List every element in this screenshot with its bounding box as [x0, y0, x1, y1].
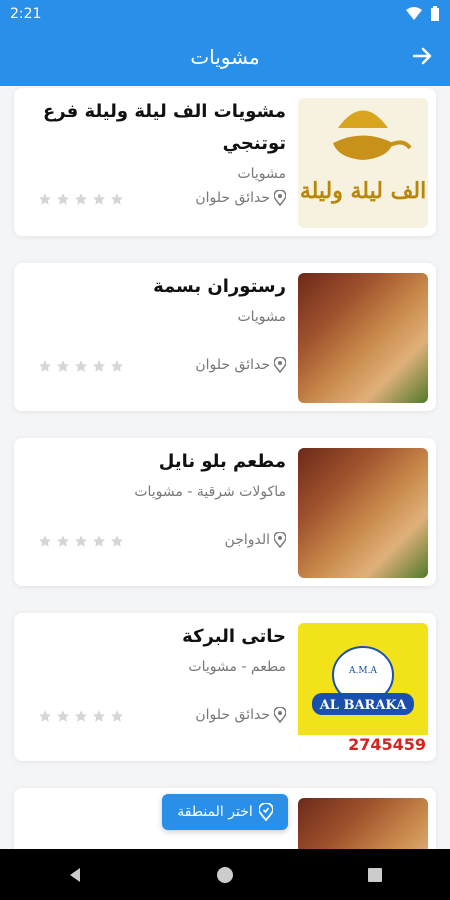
arrow-right-icon	[412, 47, 432, 65]
restaurant-info: حاتى البركة مطعم - مشويات	[26, 621, 286, 675]
star-icon	[39, 710, 51, 722]
restaurant-photo	[298, 448, 428, 578]
star-icon	[57, 535, 69, 547]
star-icon	[39, 193, 51, 205]
restaurant-card[interactable]: الف ليلة وليلة مشويات الف ليلة وليلة فرع…	[14, 88, 436, 236]
star-icon	[39, 535, 51, 547]
location-pin-icon	[274, 357, 286, 373]
logo-sub: A.M.A	[348, 666, 377, 676]
restaurant-name: مشويات الف ليلة وليلة فرع توتنجي	[43, 101, 286, 154]
nav-home-icon[interactable]	[216, 866, 234, 884]
system-nav-bar	[0, 849, 450, 900]
star-icon	[75, 360, 87, 372]
logo-text: الف ليلة وليلة	[300, 178, 426, 204]
location-label: الدواجن	[224, 532, 270, 548]
restaurant-category: مشويات	[237, 166, 286, 182]
rating-stars	[38, 534, 124, 548]
location-pin-icon	[274, 190, 286, 206]
star-icon	[75, 193, 87, 205]
app-bar: مشويات	[0, 28, 450, 86]
logo-phone: 2745459	[348, 735, 426, 753]
restaurant-location: حدائق حلوان	[195, 357, 286, 373]
star-icon	[111, 535, 123, 547]
star-icon	[75, 710, 87, 722]
rating-stars	[38, 192, 124, 206]
restaurant-info: مطعم بلو نايل ماكولات شرقية - مشويات	[26, 446, 286, 500]
restaurant-location: الدواجن	[225, 532, 286, 548]
star-icon	[75, 535, 87, 547]
location-label: حدائق حلوان	[195, 357, 270, 373]
nav-back-icon[interactable]	[67, 867, 83, 883]
restaurant-category: ماكولات شرقية - مشويات	[134, 484, 286, 500]
star-icon	[57, 193, 69, 205]
star-icon	[111, 360, 123, 372]
status-time: 2:21	[10, 6, 42, 22]
select-area-button[interactable]: اختر المنطقة	[162, 794, 288, 830]
restaurant-name: رستوران بسمة	[153, 276, 286, 297]
star-icon	[93, 535, 105, 547]
restaurant-category: مطعم - مشويات	[188, 659, 286, 675]
location-label: حدائق حلوان	[195, 707, 270, 723]
location-label: حدائق حلوان	[195, 190, 270, 206]
location-pin-icon	[274, 532, 286, 548]
rating-stars	[38, 359, 124, 373]
restaurant-location: حدائق حلوان	[195, 707, 286, 723]
star-icon	[93, 360, 105, 372]
nav-recents-icon[interactable]	[367, 867, 383, 883]
status-icons	[406, 6, 440, 22]
location-pin-icon	[274, 707, 286, 723]
location-pin-icon	[258, 803, 273, 821]
battery-icon	[431, 6, 439, 21]
star-icon	[57, 360, 69, 372]
lamp-icon: الف ليلة وليلة	[300, 110, 426, 204]
restaurant-photo	[298, 273, 428, 403]
select-area-label: اختر المنطقة	[177, 804, 253, 820]
restaurant-category: مشويات	[237, 309, 286, 325]
star-icon	[111, 193, 123, 205]
star-icon	[57, 710, 69, 722]
logo-title: AL BARAKA	[319, 698, 407, 713]
restaurant-name: حاتى البركة	[182, 626, 286, 647]
star-icon	[93, 710, 105, 722]
status-bar: 2:21	[0, 0, 450, 28]
back-button[interactable]	[408, 42, 436, 70]
restaurant-logo: الف ليلة وليلة	[298, 98, 428, 228]
restaurant-card[interactable]: مطعم بلو نايل ماكولات شرقية - مشويات الد…	[14, 438, 436, 586]
restaurant-logo: A.M.A AL BARAKA 2745459	[298, 623, 428, 753]
wifi-icon	[406, 7, 422, 20]
restaurant-info: مشويات الف ليلة وليلة فرع توتنجي مشويات	[26, 96, 286, 182]
restaurant-card[interactable]: رستوران بسمة مشويات حدائق حلوان	[14, 263, 436, 411]
star-icon	[111, 710, 123, 722]
restaurant-info: رستوران بسمة مشويات	[26, 271, 286, 325]
rating-stars	[38, 709, 124, 723]
restaurant-card[interactable]: A.M.A AL BARAKA 2745459 حاتى البركة مطعم…	[14, 613, 436, 761]
restaurant-photo	[298, 798, 428, 849]
restaurant-list[interactable]: الف ليلة وليلة مشويات الف ليلة وليلة فرع…	[0, 86, 450, 849]
star-icon	[93, 193, 105, 205]
star-icon	[39, 360, 51, 372]
page-title: مشويات	[190, 45, 260, 69]
restaurant-name: مطعم بلو نايل	[158, 451, 286, 472]
restaurant-location: حدائق حلوان	[195, 190, 286, 206]
baraka-logo: A.M.A AL BARAKA 2745459	[298, 623, 428, 753]
